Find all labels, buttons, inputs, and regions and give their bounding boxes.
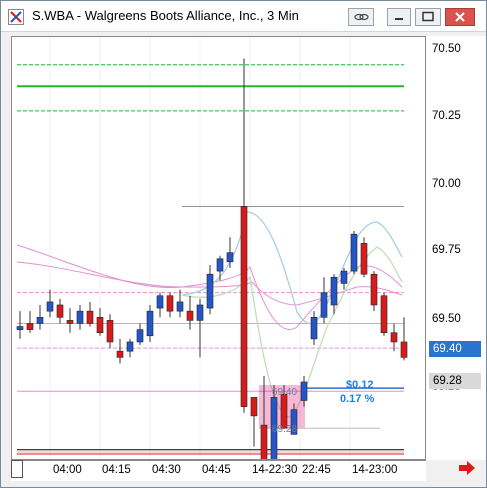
candle-body bbox=[250, 397, 258, 417]
maximize-button[interactable] bbox=[415, 8, 441, 26]
link-icon bbox=[354, 13, 369, 21]
candle-body bbox=[340, 270, 348, 284]
candle-body bbox=[66, 320, 74, 324]
candle-body bbox=[26, 323, 34, 330]
candlestick-chart[interactable]: $0.12 0.17 % 69.40 69.28 bbox=[12, 37, 425, 475]
candle-body bbox=[260, 424, 268, 472]
candle-body bbox=[300, 381, 308, 401]
blue-moving-average bbox=[181, 211, 403, 325]
minimize-button[interactable] bbox=[387, 8, 411, 26]
scroll-right-arrow-icon[interactable] bbox=[457, 459, 477, 477]
candle-body bbox=[216, 258, 224, 272]
candle-body bbox=[360, 243, 368, 275]
candle-body bbox=[56, 304, 64, 318]
time-tick: 04:30 bbox=[152, 464, 181, 476]
candle-body bbox=[310, 317, 318, 340]
highlight-label: 69.28 bbox=[272, 424, 297, 435]
price-axis[interactable]: 70.50 70.25 70.00 69.75 69.50 69.25 bbox=[426, 36, 486, 460]
candle-body bbox=[206, 273, 214, 309]
candle-body bbox=[76, 310, 84, 324]
candle-body bbox=[16, 326, 24, 330]
minimize-icon bbox=[395, 18, 403, 20]
chart-plot-area[interactable]: $0.12 0.17 % 69.40 69.28 bbox=[11, 36, 426, 475]
candle-body bbox=[156, 295, 164, 309]
maximize-icon bbox=[422, 11, 434, 22]
last-price-marker: 69.28 bbox=[429, 373, 481, 389]
candle-body bbox=[36, 317, 44, 324]
window-title: S.WBA - Walgreens Boots Alliance, Inc., … bbox=[32, 8, 299, 23]
title-bar: S.WBA - Walgreens Boots Alliance, Inc., … bbox=[1, 1, 486, 32]
candle-body bbox=[136, 329, 144, 343]
app-icon bbox=[8, 9, 24, 25]
price-tick: 69.75 bbox=[432, 244, 461, 256]
time-tick: 14-22:30 bbox=[252, 464, 298, 476]
link-button[interactable] bbox=[348, 8, 374, 26]
price-tick: 70.25 bbox=[432, 110, 461, 122]
chart-window: S.WBA - Walgreens Boots Alliance, Inc., … bbox=[0, 0, 487, 488]
highlight-label: 69.40 bbox=[272, 387, 297, 398]
candle-body bbox=[400, 341, 408, 358]
time-axis[interactable]: 04:00 04:15 04:30 04:45 14-22:30 22:45 1… bbox=[11, 460, 426, 481]
time-tick: 22:45 bbox=[302, 464, 331, 476]
time-tick: 14-23:00 bbox=[352, 464, 398, 476]
candle-body bbox=[196, 304, 204, 321]
price-tick: 69.50 bbox=[432, 313, 461, 325]
candle-body bbox=[176, 301, 184, 312]
candle-body bbox=[280, 394, 288, 429]
price-tick: 70.50 bbox=[432, 43, 461, 55]
candle-body bbox=[86, 310, 94, 324]
candle-body bbox=[116, 350, 124, 358]
candle-body bbox=[46, 301, 54, 312]
scroll-handle[interactable] bbox=[11, 460, 23, 478]
candle-body bbox=[186, 310, 194, 321]
time-tick: 04:45 bbox=[202, 464, 231, 476]
candle-body bbox=[96, 317, 104, 334]
candle-body bbox=[320, 292, 328, 318]
price-change-percent: 0.17 % bbox=[340, 393, 374, 405]
time-tick: 04:15 bbox=[102, 464, 131, 476]
close-button[interactable] bbox=[445, 8, 475, 26]
current-price-marker: 69.40 bbox=[429, 341, 481, 357]
candle-body bbox=[380, 295, 388, 334]
candle-body bbox=[390, 332, 398, 343]
candle-body bbox=[146, 310, 154, 337]
candle-body bbox=[370, 273, 378, 306]
candle-body bbox=[106, 320, 114, 343]
price-tick: 70.00 bbox=[432, 178, 461, 190]
candle-body bbox=[226, 252, 234, 263]
candle-body bbox=[166, 295, 174, 312]
candle-body bbox=[330, 276, 338, 306]
time-tick: 04:00 bbox=[53, 464, 82, 476]
close-icon bbox=[455, 12, 465, 22]
price-change-amount: $0.12 bbox=[346, 379, 374, 391]
candle-body bbox=[350, 233, 358, 272]
candle-body bbox=[240, 206, 248, 407]
candle-body bbox=[126, 341, 134, 352]
